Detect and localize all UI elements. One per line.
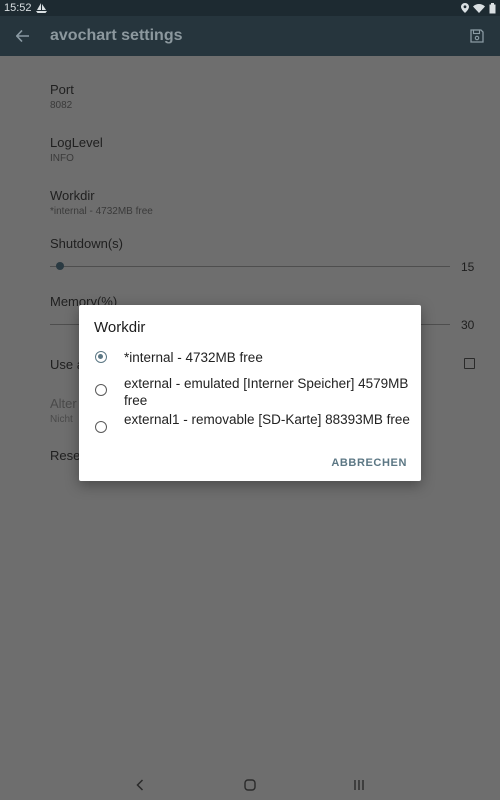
pref-port-title: Port [50, 82, 74, 97]
option-internal[interactable]: *internal - 4732MB free [79, 349, 421, 373]
battery-icon [489, 2, 496, 14]
pref-workdir-summary: *internal - 4732MB free [50, 206, 153, 217]
use-checkbox[interactable] [464, 358, 475, 369]
dialog-title: Workdir [94, 319, 146, 336]
nav-home-icon [244, 779, 256, 791]
pref-alter-title: Alter [50, 396, 77, 411]
arrow-back-icon [16, 30, 29, 42]
pref-reset[interactable]: Rese [50, 448, 80, 463]
nav-recents-button[interactable] [344, 776, 374, 794]
pref-loglevel-title: LogLevel [50, 135, 103, 150]
status-bar: 15:52 [0, 0, 500, 16]
pref-alter[interactable]: Alter Nicht [50, 396, 77, 425]
option-external-label: external - emulated [Interner Speicher] … [124, 376, 409, 408]
option-external1-label: external1 - removable [SD-Karte] 88393MB… [124, 412, 410, 427]
pref-loglevel-summary: INFO [50, 153, 74, 164]
nav-recents-icon [354, 780, 364, 790]
navigation-bar [0, 770, 500, 800]
pref-loglevel[interactable]: LogLevel INFO [50, 135, 103, 164]
app-title: avochart settings [50, 27, 183, 44]
pref-port[interactable]: Port 8082 [50, 82, 74, 111]
back-button[interactable] [0, 16, 46, 56]
option-internal-label: *internal - 4732MB free [124, 350, 263, 365]
pref-workdir[interactable]: Workdir *internal - 4732MB free [50, 188, 153, 217]
save-button[interactable] [454, 16, 500, 56]
location-icon [461, 3, 469, 13]
shutdown-value: 15 [461, 260, 475, 274]
nav-home-button[interactable] [235, 776, 265, 794]
nav-back-icon [136, 779, 144, 791]
memory-value: 30 [461, 318, 475, 332]
pref-alter-summary: Nicht [50, 414, 73, 425]
nav-back-button[interactable] [125, 776, 155, 794]
radio-external1[interactable] [95, 421, 107, 433]
shutdown-slider-thumb[interactable] [56, 262, 64, 270]
pref-shutdown-title: Shutdown(s) [50, 236, 123, 251]
pref-reset-title: Rese [50, 448, 81, 463]
pref-port-summary: 8082 [50, 100, 73, 111]
sailboat-icon [35, 3, 47, 13]
workdir-dialog: Workdir *internal - 4732MB free external… [79, 305, 421, 481]
radio-internal[interactable] [95, 351, 107, 363]
shutdown-slider-track[interactable] [50, 266, 450, 267]
option-external1[interactable]: external1 - removable [SD-Karte] 88393MB… [79, 411, 421, 447]
cancel-button[interactable]: ABBRECHEN [329, 453, 409, 473]
radio-external[interactable] [95, 384, 107, 396]
wifi-icon [473, 3, 485, 13]
app-bar: avochart settings [0, 16, 500, 56]
option-external[interactable]: external - emulated [Interner Speicher] … [79, 375, 421, 411]
save-icon [470, 29, 484, 43]
status-time: 15:52 [4, 2, 32, 14]
pref-workdir-title: Workdir [50, 188, 95, 203]
